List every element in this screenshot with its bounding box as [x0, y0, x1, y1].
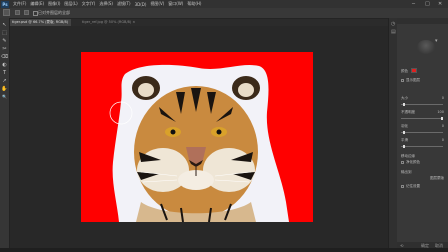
sample-all-layers-label: 已对齐图层的全部 — [38, 10, 70, 15]
size-value[interactable]: 0 — [442, 96, 444, 100]
type-tool-icon[interactable]: T — [1, 70, 8, 76]
menu-select[interactable]: 选择(S) — [99, 1, 113, 7]
decontaminate-label: 净化颜色 — [406, 160, 420, 164]
tools-panel: ↖ ⬚ ✎ ✂ ⌫ ◐ T ↗ ✋ 🔍 — [0, 18, 10, 248]
hand-tool-icon[interactable]: ✋ — [1, 86, 8, 92]
menu-view[interactable]: 视图(V) — [150, 1, 164, 7]
view-mode-thumbnail[interactable] — [417, 40, 435, 54]
zoom-tool-icon[interactable]: 🔍 — [1, 94, 8, 100]
brush-size-icon[interactable] — [15, 10, 20, 15]
smooth-value[interactable]: 0 — [442, 138, 444, 142]
feather-value[interactable]: 0 — [442, 124, 444, 128]
brush-cursor-icon — [109, 101, 133, 125]
panel-header — [397, 18, 448, 24]
refine-edge-panel: ▾ 颜色 显示图层 大小 0 不透明度 100 羽化 0 平滑 0 移动边缘 净… — [397, 18, 448, 248]
opacity-slider[interactable] — [401, 117, 443, 120]
path-select-tool-icon[interactable]: ↗ — [1, 78, 8, 84]
document-canvas[interactable] — [81, 52, 313, 222]
menu-file[interactable]: 文件(F) — [13, 1, 26, 7]
menu-3d[interactable]: 3D(D) — [135, 2, 147, 7]
feather-slider[interactable] — [401, 131, 443, 134]
options-bar: 已对齐图层的全部 — [0, 8, 448, 19]
size-label: 大小 — [401, 96, 408, 100]
output-to-label: 输出到 — [401, 170, 412, 174]
menu-edit[interactable]: 编辑(E) — [30, 1, 44, 7]
history-icon[interactable]: ◷ — [391, 22, 396, 27]
tool-preset-icon[interactable] — [3, 9, 10, 16]
remember-settings-label: 记住设置 — [406, 184, 420, 188]
overlay-color-swatch[interactable] — [411, 68, 417, 73]
menu-type[interactable]: 文字(Y) — [82, 1, 96, 7]
menu-filter[interactable]: 滤镜(T) — [117, 1, 131, 7]
color-label: 颜色 — [401, 69, 408, 73]
eraser-tool-icon[interactable]: ⌫ — [1, 54, 8, 60]
opacity-label: 不透明度 — [401, 110, 415, 114]
decontaminate-checkbox[interactable] — [401, 161, 404, 164]
menu-window[interactable]: 窗口(W) — [168, 1, 183, 7]
show-layer-label: 显示图层 — [406, 78, 420, 82]
menu-layer[interactable]: 图层(L) — [64, 1, 77, 7]
dodge-tool-icon[interactable]: ◐ — [1, 62, 8, 68]
document-tab-bar: tiger.psd @ 66.7% (蒙版, RGB/8) tiger_ref.… — [9, 19, 388, 26]
shift-edge-label: 移动边缘 — [401, 154, 415, 158]
size-slider[interactable] — [401, 103, 443, 106]
maximize-icon[interactable]: □ — [425, 1, 430, 7]
smooth-slider[interactable] — [401, 145, 443, 148]
minimize-icon[interactable]: ─ — [412, 1, 415, 7]
output-to-select[interactable]: 图层蒙版 — [430, 176, 444, 181]
brush-tool-icon[interactable]: ✎ — [1, 38, 8, 44]
menu-help[interactable]: 帮助(H) — [187, 1, 201, 7]
brush-mode-icon[interactable] — [24, 10, 29, 15]
tab-active-document[interactable]: tiger.psd @ 66.7% (蒙版, RGB/8) — [9, 19, 72, 26]
feather-label: 羽化 — [401, 124, 408, 128]
tiger-image — [112, 64, 289, 222]
status-bar — [0, 248, 448, 252]
view-mode-dropdown-icon[interactable]: ▾ — [435, 38, 441, 44]
crop-tool-icon[interactable]: ✂ — [1, 46, 8, 52]
marquee-tool-icon[interactable]: ⬚ — [1, 30, 8, 36]
close-icon[interactable]: ✕ — [438, 1, 442, 7]
menu-bar: Ps 文件(F) 编辑(E) 图像(I) 图层(L) 文字(Y) 选择(S) 滤… — [0, 0, 448, 8]
show-layer-checkbox[interactable] — [401, 79, 404, 82]
move-tool-icon[interactable]: ↖ — [1, 22, 8, 28]
photoshop-logo: Ps — [1, 0, 9, 8]
smooth-label: 平滑 — [401, 138, 408, 142]
properties-icon[interactable]: ▤ — [391, 30, 396, 35]
tab-reference-document[interactable]: tiger_ref.jpg @ 50% (RGB/8) × — [79, 19, 138, 26]
remember-settings-checkbox[interactable] — [401, 185, 404, 188]
menu-image[interactable]: 图像(I) — [48, 1, 60, 7]
opacity-value[interactable]: 100 — [437, 110, 444, 114]
